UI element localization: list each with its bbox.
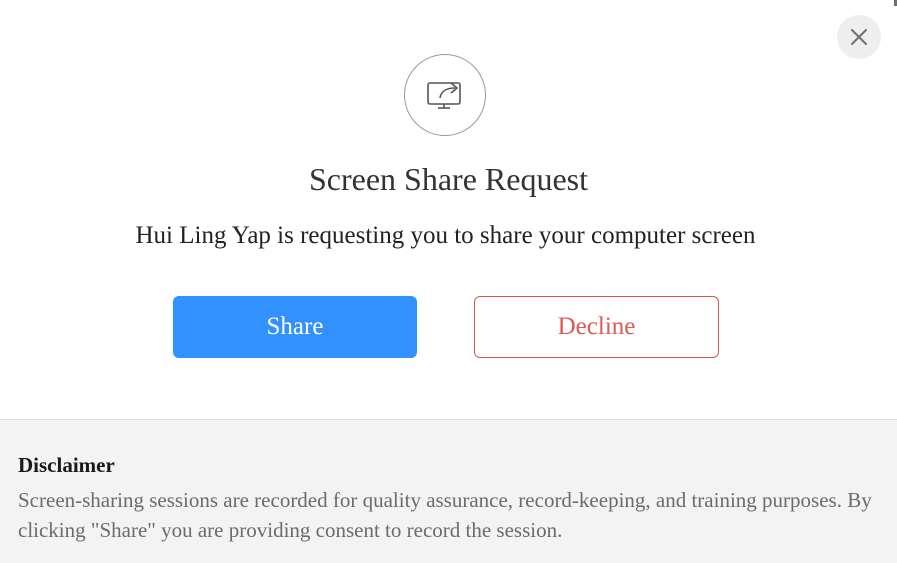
- screen-share-icon: [427, 82, 461, 109]
- decline-button[interactable]: Decline: [474, 296, 719, 358]
- disclaimer-title: Disclaimer: [18, 453, 115, 477]
- dialog-title: Screen Share Request: [308, 161, 588, 197]
- screen-share-dialog: Screen Share Request Hui Ling Yap is req…: [0, 0, 897, 563]
- request-message: Hui Ling Yap is requesting you to share …: [135, 222, 756, 249]
- close-button[interactable]: [837, 15, 881, 59]
- disclaimer-panel: Disclaimer Screen-sharing sessions are r…: [0, 419, 897, 563]
- screen-share-badge: [404, 54, 486, 136]
- close-icon: [851, 29, 867, 45]
- disclaimer-text: Screen-sharing sessions are recorded for…: [18, 488, 872, 542]
- share-button[interactable]: Share: [173, 296, 417, 358]
